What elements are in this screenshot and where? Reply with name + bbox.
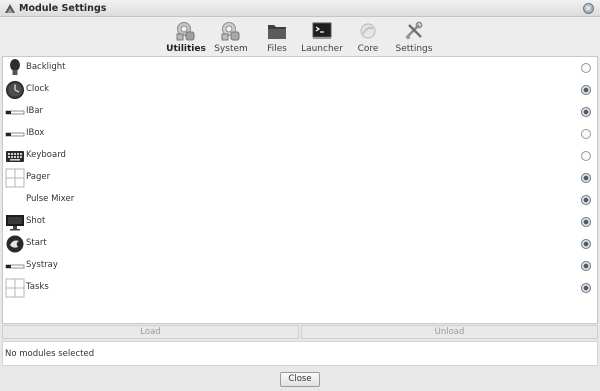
module-radio[interactable]	[581, 217, 591, 227]
title-bar: Module Settings ×	[0, 0, 600, 17]
module-info-panel: No modules selected	[2, 341, 598, 366]
module-radio[interactable]	[581, 129, 591, 139]
tab-label: Settings	[395, 44, 433, 54]
list-item-ibox[interactable]: IBox	[3, 123, 597, 145]
list-item-backlight[interactable]: Backlight	[3, 57, 597, 79]
module-label: Shot	[26, 216, 46, 226]
module-label: Keyboard	[26, 150, 66, 160]
action-buttons: Load Unload	[2, 325, 598, 339]
module-radio[interactable]	[581, 151, 591, 161]
category-toolbar: Utilities System Files Launcher Core Set…	[0, 17, 600, 56]
keyboard-icon	[6, 151, 24, 162]
list-item-pager[interactable]: Pager	[3, 167, 597, 189]
list-item-start[interactable]: Start	[3, 233, 597, 255]
list-item-tasks[interactable]: Tasks	[3, 277, 597, 299]
module-radio[interactable]	[581, 107, 591, 117]
module-radio[interactable]	[581, 173, 591, 183]
module-radio[interactable]	[581, 195, 591, 205]
launcher-icon	[312, 22, 332, 39]
module-label: Pager	[26, 172, 51, 182]
module-label: IBox	[26, 128, 45, 138]
module-radio[interactable]	[581, 63, 591, 73]
module-label: Tasks	[26, 282, 49, 292]
module-label: Pulse Mixer	[26, 194, 75, 204]
window-close-icon[interactable]: ×	[583, 3, 594, 14]
pager-icon	[5, 168, 25, 188]
bulb-icon	[10, 59, 20, 75]
module-radio[interactable]	[581, 239, 591, 249]
module-radio[interactable]	[581, 85, 591, 95]
module-radio[interactable]	[581, 261, 591, 271]
utilities-icon	[176, 22, 195, 41]
module-list[interactable]: Backlight Clock IBar IBox Keyboard Pager…	[2, 56, 598, 324]
list-item-systray[interactable]: Systray	[3, 255, 597, 277]
list-item-keyboard[interactable]: Keyboard	[3, 145, 597, 167]
files-icon	[268, 25, 286, 39]
core-icon	[360, 23, 376, 39]
ibar-icon	[5, 110, 25, 115]
module-label: Systray	[26, 260, 58, 270]
tab-settings[interactable]: Settings	[386, 21, 442, 55]
list-item-pulse-mixer[interactable]: Pulse Mixer	[3, 189, 597, 211]
module-radio[interactable]	[581, 283, 591, 293]
app-icon	[5, 4, 15, 13]
ibox-icon	[5, 132, 25, 137]
system-icon	[221, 22, 240, 41]
window-title: Module Settings	[19, 3, 107, 14]
unload-button[interactable]: Unload	[301, 325, 598, 339]
module-label: IBar	[26, 106, 44, 116]
list-item-clock[interactable]: Clock	[3, 79, 597, 101]
settings-icon	[405, 21, 423, 40]
list-item-shot[interactable]: Shot	[3, 211, 597, 233]
monitor-icon	[6, 215, 24, 231]
module-label: Clock	[26, 84, 50, 94]
module-label: Backlight	[26, 62, 66, 72]
clock-icon	[6, 81, 24, 99]
selection-status: No modules selected	[5, 349, 95, 359]
start-icon	[6, 235, 24, 253]
list-item-ibar[interactable]: IBar	[3, 101, 597, 123]
load-button[interactable]: Load	[2, 325, 299, 339]
systray-icon	[5, 264, 25, 269]
close-button[interactable]: Close	[280, 372, 320, 387]
module-label: Start	[26, 238, 47, 248]
tasks-icon	[5, 278, 25, 298]
